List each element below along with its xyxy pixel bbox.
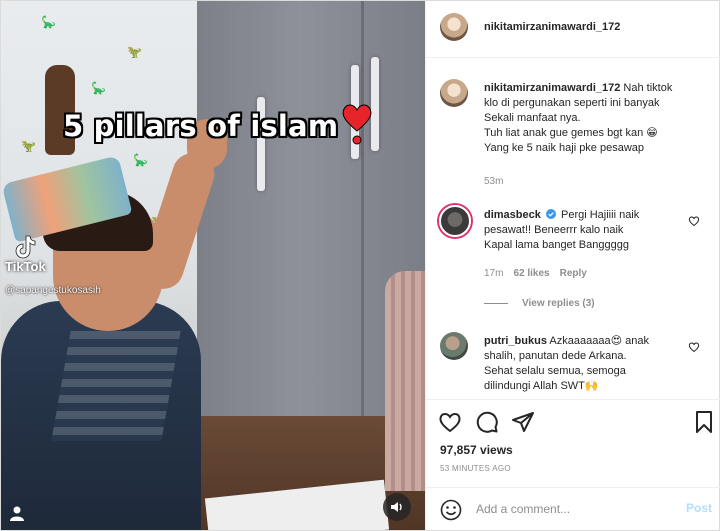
caption-line: Nah tiktok — [623, 82, 673, 94]
tiktok-watermark: TikTok — [5, 233, 46, 274]
caption-time: 53m — [484, 176, 504, 187]
heart-icon — [342, 104, 372, 145]
post-actions: 97,857 views 53 MINUTES AGO — [426, 399, 720, 487]
share-icon[interactable] — [511, 410, 535, 434]
post-button[interactable]: Post — [686, 501, 712, 515]
caption-line: Sekali manfaat nya. — [484, 112, 581, 124]
comment-like-count[interactable]: 62 likes — [513, 268, 549, 279]
shirt-stripes — [51, 331, 181, 441]
comment-like-icon[interactable] — [688, 215, 700, 227]
post-timestamp[interactable]: 53 MINUTES AGO — [440, 464, 511, 473]
view-count[interactable]: 97,857 views — [440, 443, 513, 457]
view-replies-button[interactable]: View replies (3) — [484, 298, 595, 309]
tiktok-icon — [15, 235, 36, 259]
avatar[interactable] — [440, 332, 468, 360]
comment-input[interactable] — [476, 498, 666, 520]
video-overlay-caption: 5 pillars of islam — [63, 109, 339, 143]
comment-icon[interactable] — [475, 410, 499, 434]
curtain — [385, 271, 425, 491]
comment-line: dilindungi Allah SWT🙌 — [484, 380, 599, 392]
caption-meta: 53m — [484, 176, 503, 187]
post-header: nikitamirzanimawardi_172 — [426, 1, 720, 58]
comment-line: shalih, panutan dede Arkana. — [484, 350, 627, 362]
add-comment-bar: Post — [426, 487, 720, 530]
verified-badge-icon — [545, 209, 556, 219]
view-replies-label: View replies (3) — [522, 298, 595, 309]
comments-list[interactable]: nikitamirzanimawardi_172 Nah tiktok klo … — [426, 59, 720, 399]
post-sidebar: nikitamirzanimawardi_172 nikitamirzanima… — [425, 1, 720, 530]
caption-line: klo di pergunakan seperti ini banyak — [484, 97, 660, 109]
comment-line: Kapal lama banget Banggggg — [484, 239, 629, 251]
caption-line: Yang ke 5 naik haji pke pesawap — [484, 142, 645, 154]
avatar[interactable] — [439, 205, 471, 237]
bookmark-icon[interactable] — [692, 410, 716, 434]
comment-username[interactable]: dimasbeck — [484, 209, 541, 221]
caption-line: Tuh liat anak gue gemes bgt kan 😁 — [484, 127, 658, 139]
comment-line: Azkaaaaaaa😍 anak — [549, 335, 649, 347]
comment-username[interactable]: putri_bukus — [484, 335, 547, 347]
comment-time: 17m — [484, 268, 504, 279]
avatar[interactable] — [440, 79, 468, 107]
profile-icon[interactable] — [9, 505, 25, 521]
comment-meta: 17m 62 likes Reply — [484, 268, 587, 279]
caption-username[interactable]: nikitamirzanimawardi_172 — [484, 82, 620, 94]
speaker-icon — [391, 502, 402, 512]
reply-button[interactable]: Reply — [560, 268, 587, 279]
comment-text: dimasbeck Pergi Hajiiii naik pesawat!! B… — [484, 208, 694, 253]
video-player[interactable]: 🦕 🦖 🦕 🦖 🦕 🦖 5 pillars of islam TikTok @s… — [1, 1, 425, 530]
avatar[interactable] — [440, 13, 468, 41]
comment-text: putri_bukus Azkaaaaaaa😍 anak shalih, pan… — [484, 334, 694, 394]
like-icon[interactable] — [438, 410, 462, 434]
audio-toggle-button[interactable] — [383, 493, 411, 521]
divider-line — [484, 303, 508, 304]
emoji-icon[interactable] — [440, 499, 462, 521]
tiktok-username: @sapangestukosasih — [5, 285, 101, 296]
caption-text: nikitamirzanimawardi_172 Nah tiktok klo … — [484, 81, 694, 156]
header-username[interactable]: nikitamirzanimawardi_172 — [484, 21, 620, 33]
comment-line: Pergi Hajiiii naik — [561, 209, 640, 221]
comment-line: pesawat!! Beneerrr kalo naik — [484, 224, 624, 236]
comment-line: Sehat selalu semua, semoga — [484, 365, 626, 377]
comment-like-icon[interactable] — [688, 341, 700, 353]
tiktok-label: TikTok — [5, 259, 46, 274]
